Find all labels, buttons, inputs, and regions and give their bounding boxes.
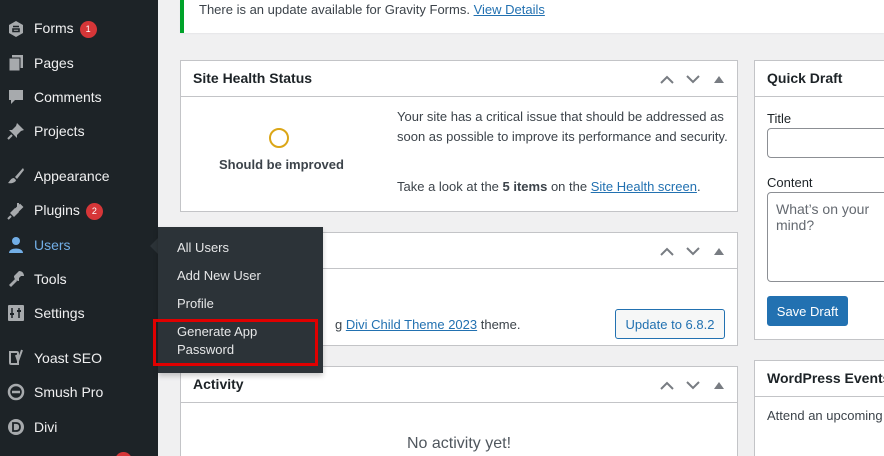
sidebar-item-label: Yoast SEO — [34, 350, 102, 366]
admin-sidebar: Forms 1 Pages Comments Projects Appearanc… — [0, 0, 158, 456]
sidebar-item-label: Smush Pro — [34, 384, 104, 400]
sidebar-item-label: Divi — [34, 419, 58, 435]
health-description: Your site has a critical issue that shou… — [397, 109, 728, 144]
forms-badge: 1 — [79, 20, 97, 38]
sidebar-item-pages[interactable]: Pages — [0, 46, 158, 80]
move-up-icon[interactable] — [657, 375, 677, 395]
widget-header: Site Health Status — [181, 61, 737, 97]
sidebar-item-appearance[interactable]: Appearance — [0, 159, 158, 193]
collapse-toggle-icon[interactable] — [709, 375, 729, 395]
sidebar-item-comments[interactable]: Comments — [0, 80, 158, 114]
widget-header: WordPress Events — [755, 361, 884, 397]
title-label: Title — [767, 111, 792, 126]
move-down-icon[interactable] — [683, 375, 703, 395]
collapse-toggle-icon[interactable] — [709, 241, 729, 261]
update-wordpress-button[interactable]: Update to 6.8.2 — [615, 309, 725, 339]
sidebar-item-label: Plugins — [34, 202, 80, 219]
widget-header: Quick Draft — [755, 61, 884, 97]
sidebar-item-settings[interactable]: Settings — [0, 296, 158, 330]
theme-link[interactable]: Divi Child Theme 2023 — [346, 317, 477, 332]
settings-icon — [7, 304, 25, 322]
wordpress-events-widget: WordPress Events Attend an upcoming — [754, 360, 884, 456]
activity-widget: Activity No activity yet! — [180, 366, 738, 456]
sidebar-item-label: Users — [34, 237, 71, 253]
no-activity-message: No activity yet! — [406, 435, 512, 452]
text-fragment: g — [335, 317, 346, 332]
sidebar-item-label: Tools — [34, 271, 67, 287]
events-text: Attend an upcoming — [767, 408, 883, 423]
sidebar-item-label: Forms — [34, 20, 74, 37]
sidebar-item-plugins[interactable]: Plugins 2 — [0, 194, 158, 228]
text-fragment: on the — [547, 179, 591, 194]
view-details-link[interactable]: View Details — [474, 2, 545, 17]
sidebar-item-label: Pages — [34, 55, 74, 71]
widget-title: Site Health Status — [193, 70, 313, 86]
save-draft-button[interactable]: Save Draft — [767, 296, 848, 326]
sidebar-item-label: Settings — [34, 305, 85, 321]
plugins-icon — [7, 202, 25, 220]
move-down-icon[interactable] — [683, 241, 703, 261]
yoast-icon — [7, 349, 25, 367]
users-submenu: All Users Add New User Profile Generate … — [158, 227, 323, 373]
content-label: Content — [767, 175, 813, 190]
sidebar-item-users[interactable]: Users — [0, 228, 158, 262]
sidebar-item-forms[interactable]: Forms 1 — [0, 12, 158, 46]
text-fragment: Take a look at the — [397, 179, 503, 194]
tools-icon — [7, 270, 25, 288]
move-down-icon[interactable] — [683, 69, 703, 89]
flyout-arrow — [150, 238, 158, 254]
sidebar-item-label: Appearance — [34, 168, 110, 184]
update-notice: There is an update available for Gravity… — [180, 0, 884, 33]
collapse-toggle-icon[interactable] — [709, 69, 729, 89]
users-icon — [7, 236, 25, 254]
submenu-all-users[interactable]: All Users — [177, 239, 229, 257]
widget-title: WordPress Events — [767, 370, 884, 386]
theme-info-text: g Divi Child Theme 2023 theme. — [335, 317, 520, 332]
comments-icon — [7, 88, 25, 106]
widget-controls — [657, 375, 729, 395]
smush-icon — [7, 383, 25, 401]
gravity-forms-icon — [7, 20, 25, 38]
site-health-screen-link[interactable]: Site Health screen — [591, 179, 697, 194]
widget-title: Quick Draft — [767, 70, 843, 86]
dashboard-icon-partial — [8, 0, 24, 4]
pin-icon — [7, 122, 25, 140]
health-status-indicator — [269, 128, 289, 148]
sidebar-item-yoast-seo[interactable]: Yoast SEO — [0, 341, 158, 375]
sidebar-item-label: Comments — [34, 89, 102, 105]
text-fragment: theme. — [477, 317, 521, 332]
site-health-widget: Site Health Status Should be improved Yo… — [180, 60, 738, 212]
draft-content-input[interactable] — [767, 192, 884, 282]
submenu-profile[interactable]: Profile — [177, 295, 214, 313]
paintbrush-icon — [7, 167, 25, 185]
move-up-icon[interactable] — [657, 69, 677, 89]
widget-title: Activity — [193, 376, 244, 392]
pages-icon — [7, 54, 25, 72]
notice-text: There is an update available for Gravity… — [199, 2, 545, 17]
text-fragment: . — [696, 179, 701, 194]
sidebar-item-projects[interactable]: Projects — [0, 114, 158, 148]
quick-draft-widget: Quick Draft Title Content Save Draft — [754, 60, 884, 340]
submenu-generate-app-password[interactable]: Generate App Password — [177, 323, 257, 359]
widget-controls — [657, 241, 729, 261]
sidebar-item-divi[interactable]: Divi — [0, 410, 158, 444]
sidebar-item-label: Projects — [34, 123, 85, 139]
notice-message: There is an update available for Gravity… — [199, 2, 474, 17]
plugins-badge: 2 — [85, 202, 103, 220]
health-status-label: Should be improved — [219, 157, 344, 172]
partial-badge — [115, 452, 132, 456]
divi-icon — [7, 418, 25, 436]
health-items-text: Take a look at the 5 items on the Site H… — [397, 179, 701, 194]
submenu-add-new-user[interactable]: Add New User — [177, 267, 261, 285]
items-count: 5 items — [502, 179, 548, 194]
sidebar-item-smush-pro[interactable]: Smush Pro — [0, 375, 158, 409]
move-up-icon[interactable] — [657, 241, 677, 261]
widget-controls — [657, 69, 729, 89]
sidebar-item-tools[interactable]: Tools — [0, 262, 158, 296]
draft-title-input[interactable] — [767, 128, 884, 158]
